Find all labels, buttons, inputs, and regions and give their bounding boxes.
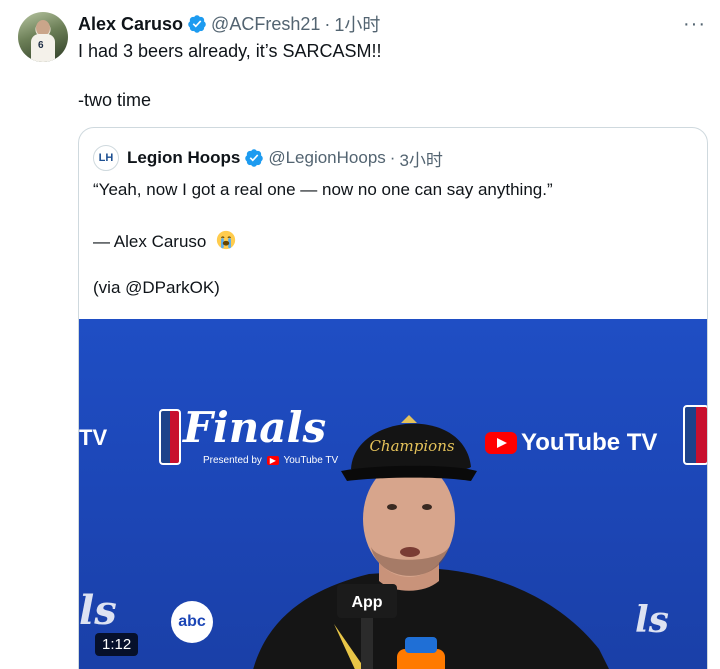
tweet-text-line-2: -two time (78, 90, 152, 110)
player-image: Champions App (253, 415, 609, 669)
tweet-header: Alex Caruso @ACFresh21 · 1小时 (78, 12, 380, 36)
quoted-author-handle[interactable]: @LegionHoops (268, 148, 385, 168)
quoted-tweet-header: Legion Hoops @LegionHoops · 3小时 (127, 146, 443, 170)
video-player[interactable]: TV Finals Presented by ▶ YouTube TV YouT… (79, 319, 707, 669)
author-name[interactable]: Alex Caruso (78, 14, 183, 35)
cap-champions-text: Champions (369, 437, 454, 455)
quoted-verified-badge-icon (245, 149, 264, 167)
more-options-icon[interactable]: ··· (683, 13, 706, 36)
quoted-text-line-1: “Yeah, now I got a real one — now no one… (93, 180, 553, 199)
avatar-jersey-number: 6 (38, 40, 44, 51)
tweet-text-line-1: I had 3 beers already, it’s SARCASM!! (78, 41, 382, 61)
quoted-header-separator: · (389, 148, 396, 167)
verified-badge-icon (188, 15, 206, 33)
quoted-author-avatar[interactable]: LH (93, 145, 119, 171)
quoted-tweet[interactable]: LH Legion Hoops @LegionHoops · 3小时 “Yeah… (78, 127, 708, 669)
video-duration-badge: 1:12 (95, 633, 139, 656)
quoted-text-line-2: — Alex Caruso (93, 229, 237, 252)
author-handle[interactable]: @ACFresh21 (211, 14, 320, 35)
quoted-attribution: — Alex Caruso (93, 232, 207, 251)
author-avatar[interactable]: 6 (18, 12, 68, 62)
header-separator: · (324, 13, 331, 34)
mic-app-text: App (351, 594, 382, 611)
quoted-author-name[interactable]: Legion Hoops (127, 148, 240, 168)
loudly-crying-face-icon (216, 230, 236, 250)
quoted-timestamp[interactable]: 3小时 (399, 146, 442, 171)
tweet-timestamp[interactable]: 1小时 (334, 11, 380, 37)
quoted-text-line-3: (via @DParkOK) (93, 278, 220, 297)
tweet-card[interactable]: 6 Alex Caruso @ACFresh21 · 1小时 ··· I had… (0, 0, 720, 669)
